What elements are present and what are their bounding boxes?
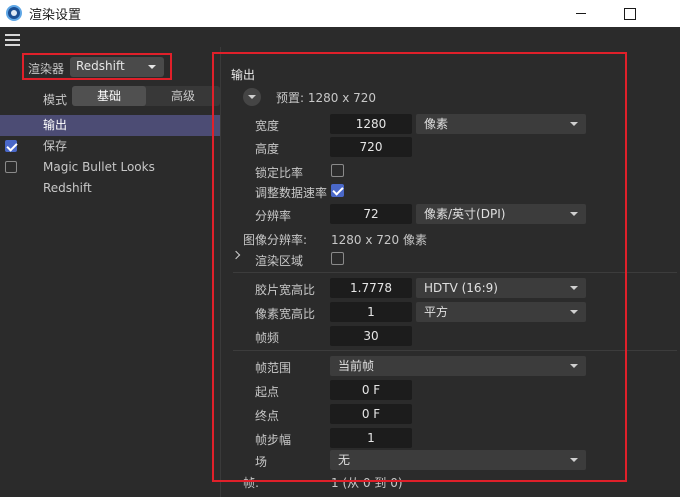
window-title: 渲染设置 [29, 8, 82, 23]
title-bar: 渲染设置 [0, 0, 680, 27]
width-unit-dropdown[interactable]: 像素 [416, 114, 586, 134]
preset-label: 预置: 1280 x 720 [276, 91, 377, 105]
sidebar-item-label: 保存 [43, 139, 68, 153]
film-aspect-label: 胶片宽高比 [255, 283, 316, 297]
lock-ratio-label: 锁定比率 [255, 166, 304, 180]
field-dropdown[interactable]: 无 [330, 450, 586, 470]
adjust-data-rate-label: 调整数据速率 [255, 186, 328, 200]
chevron-down-icon [570, 364, 578, 368]
resolution-unit-value: 像素/英寸(DPI) [424, 207, 506, 221]
film-aspect-input[interactable]: 1.7778 [330, 278, 412, 298]
chevron-down-icon [148, 65, 156, 69]
separator [233, 272, 677, 273]
field-label: 场 [255, 455, 268, 469]
start-label: 起点 [255, 385, 280, 399]
resolution-label: 分辨率 [255, 209, 292, 223]
maximize-icon[interactable] [620, 4, 638, 22]
render-region-label: 渲染区域 [255, 254, 304, 268]
adjust-data-rate-checkbox[interactable] [331, 184, 344, 197]
height-input[interactable]: 720 [330, 137, 412, 157]
field-value: 无 [338, 453, 351, 467]
end-label: 终点 [255, 409, 280, 423]
sidebar-item-output[interactable]: 输出 [0, 115, 220, 136]
frame-range-dropdown[interactable]: 当前帧 [330, 356, 586, 376]
preset-dropdown-icon[interactable] [243, 88, 261, 106]
sidebar-item-magic-bullet-looks[interactable]: Magic Bullet Looks [0, 157, 220, 178]
sidebar-item-label: 输出 [43, 118, 68, 132]
chevron-down-icon [570, 286, 578, 290]
frames-value: 1 (从 0 到 0) [331, 476, 403, 490]
pixel-aspect-label: 像素宽高比 [255, 307, 316, 321]
cinema4d-logo-icon [6, 5, 22, 21]
sidebar-item-label: Magic Bullet Looks [43, 160, 155, 174]
mode-tabs: 基础 高级 [72, 86, 220, 106]
width-label: 宽度 [255, 119, 280, 133]
width-unit-value: 像素 [424, 117, 449, 131]
film-aspect-preset: HDTV (16:9) [424, 281, 498, 295]
separator [233, 350, 677, 351]
lock-ratio-checkbox[interactable] [331, 164, 344, 177]
frame-range-value: 当前帧 [338, 359, 375, 373]
chevron-down-icon [570, 310, 578, 314]
minimize-icon[interactable] [572, 4, 590, 22]
sidebar-item-save[interactable]: 保存 [0, 136, 220, 157]
menu-icon[interactable] [5, 34, 20, 46]
start-input[interactable]: 0 F [330, 380, 412, 400]
film-aspect-dropdown[interactable]: HDTV (16:9) [416, 278, 586, 298]
renderer-label: 渲染器 [28, 62, 65, 76]
render-region-checkbox[interactable] [331, 252, 344, 265]
frame-rate-input[interactable]: 30 [330, 326, 412, 346]
resolution-unit-dropdown[interactable]: 像素/英寸(DPI) [416, 204, 586, 224]
image-resolution-label: 图像分辨率: [243, 233, 308, 247]
chevron-down-icon [570, 458, 578, 462]
pixel-aspect-preset: 平方 [424, 305, 449, 319]
width-input[interactable]: 1280 [330, 114, 412, 134]
frames-label: 帧: [243, 476, 260, 490]
image-resolution-value: 1280 x 720 像素 [331, 233, 427, 247]
sidebar-item-redshift[interactable]: Redshift [0, 178, 220, 199]
save-checkbox[interactable] [5, 140, 17, 152]
sidebar-item-label: Redshift [43, 181, 92, 195]
tab-advanced[interactable]: 高级 [146, 86, 220, 106]
pixel-aspect-input[interactable]: 1 [330, 302, 412, 322]
renderer-value: Redshift [76, 59, 125, 73]
end-input[interactable]: 0 F [330, 404, 412, 424]
frame-range-label: 帧范围 [255, 361, 292, 375]
pixel-aspect-dropdown[interactable]: 平方 [416, 302, 586, 322]
tab-basic[interactable]: 基础 [72, 86, 146, 106]
chevron-right-icon[interactable] [232, 251, 240, 261]
mode-label: 模式 [43, 93, 68, 107]
magic-bullet-checkbox[interactable] [5, 161, 17, 173]
frame-step-input[interactable]: 1 [330, 428, 412, 448]
frame-step-label: 帧步幅 [255, 433, 292, 447]
chevron-down-icon [570, 122, 578, 126]
chevron-down-icon [570, 212, 578, 216]
resolution-input[interactable]: 72 [330, 204, 412, 224]
panel-divider [220, 47, 221, 497]
height-label: 高度 [255, 142, 280, 156]
renderer-dropdown[interactable]: Redshift [70, 57, 164, 77]
frame-rate-label: 帧频 [255, 331, 280, 345]
section-title-output: 输出 [231, 68, 256, 82]
